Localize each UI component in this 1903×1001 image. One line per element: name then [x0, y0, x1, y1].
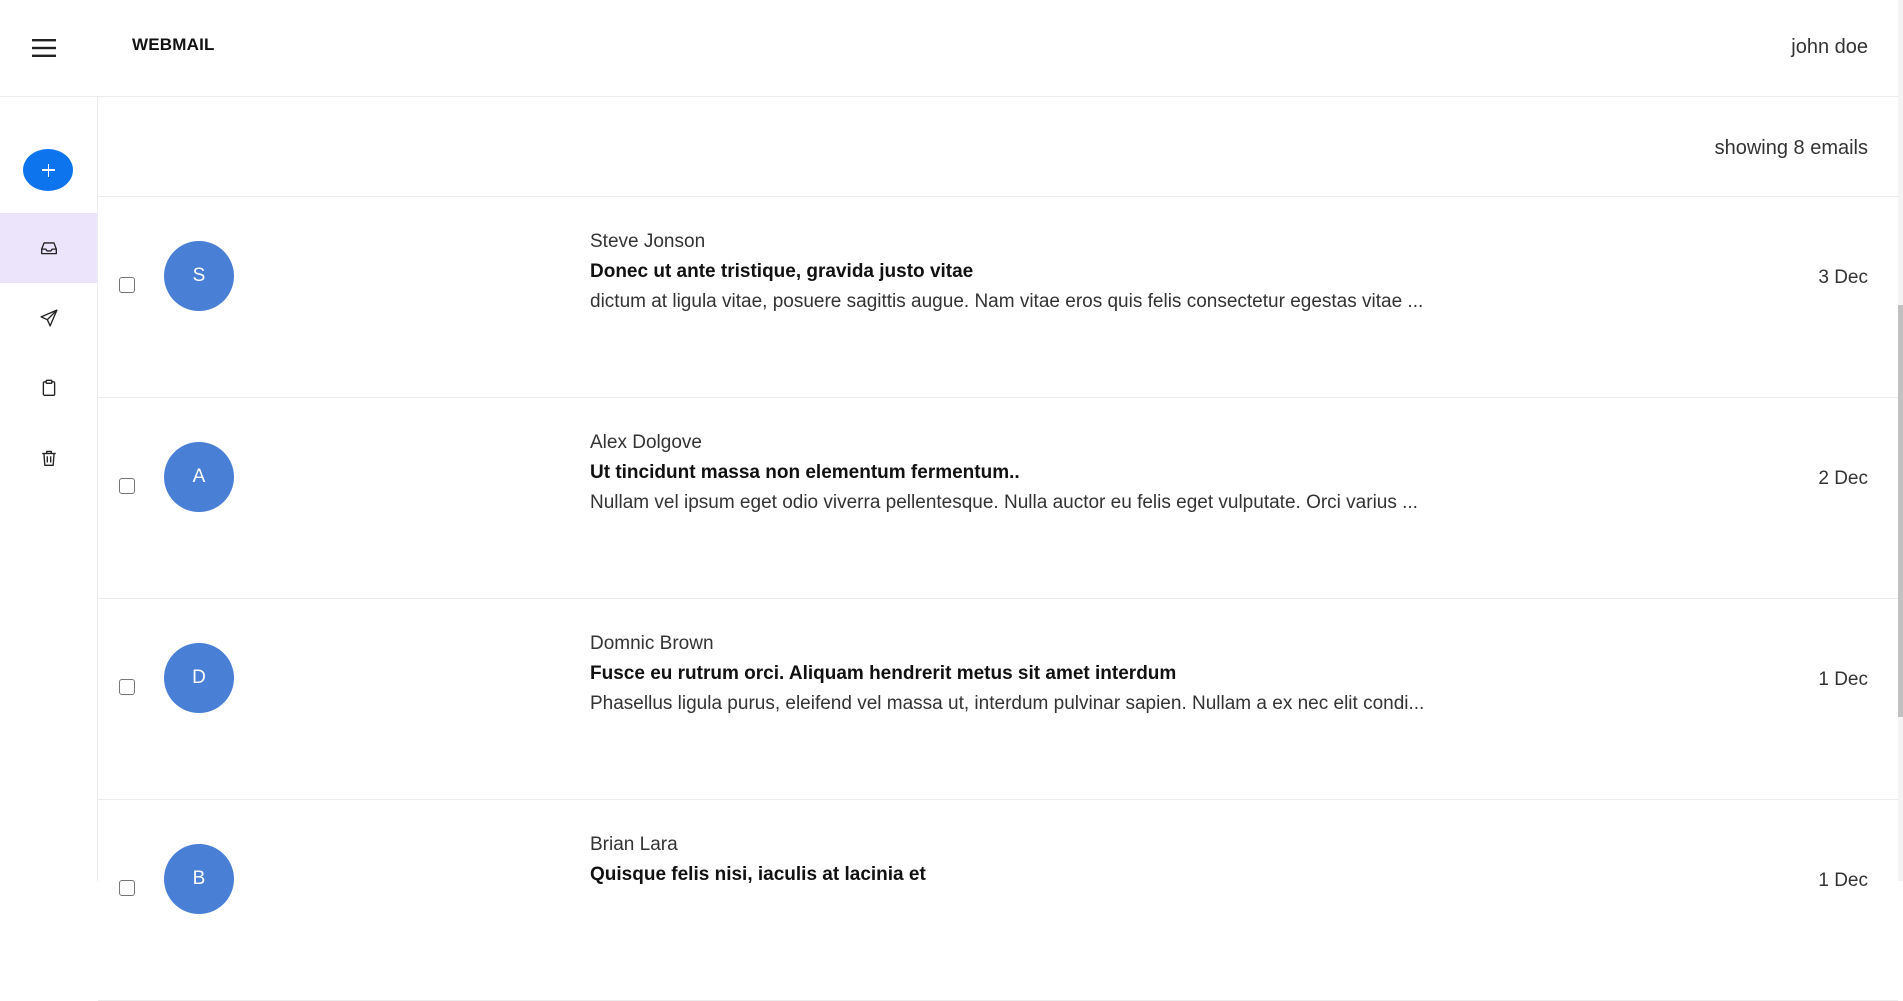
avatar: A [164, 442, 234, 512]
email-subject: Ut tincidunt massa non elementum ferment… [590, 462, 1020, 483]
email-row[interactable]: D Domnic Brown Fusce eu rutrum orci. Ali… [98, 599, 1898, 800]
clipboard-icon [42, 379, 56, 396]
inbox-icon [41, 242, 57, 255]
send-icon [40, 309, 58, 327]
email-date: 2 Dec [1818, 468, 1868, 489]
list-toolbar: showing 8 emails [98, 97, 1898, 197]
email-select-checkbox[interactable] [119, 277, 135, 293]
email-date: 1 Dec [1818, 669, 1868, 690]
email-preview: dictum at ligula vitae, posuere sagittis… [590, 291, 1424, 312]
email-subject: Donec ut ante tristique, gravida justo v… [590, 261, 974, 282]
email-subject: Fusce eu rutrum orci. Aliquam hendrerit … [590, 663, 1177, 684]
scrollbar-thumb[interactable] [1898, 305, 1903, 717]
trash-icon [42, 450, 56, 466]
email-sender: Domnic Brown [590, 633, 714, 654]
hamburger-menu-icon[interactable] [30, 36, 58, 60]
email-date: 3 Dec [1818, 267, 1868, 288]
email-row[interactable]: S Steve Jonson Donec ut ante tristique, … [98, 197, 1898, 398]
compose-button[interactable] [23, 149, 73, 191]
email-sender: Alex Dolgove [590, 432, 702, 453]
sidebar-item-sent[interactable] [0, 283, 97, 353]
main-content: showing 8 emails S Steve Jonson Donec ut… [98, 97, 1898, 1001]
sidebar [0, 97, 98, 881]
app-title: WEBMAIL [132, 35, 215, 54]
email-subject: Quisque felis nisi, iaculis at lacinia e… [590, 864, 926, 885]
email-sender: Brian Lara [590, 834, 678, 855]
email-row[interactable]: A Alex Dolgove Ut tincidunt massa non el… [98, 398, 1898, 599]
email-select-checkbox[interactable] [119, 880, 135, 896]
email-preview: Nullam vel ipsum eget odio viverra pelle… [590, 492, 1418, 513]
sidebar-item-trash[interactable] [0, 423, 97, 493]
email-preview: Phasellus ligula purus, eleifend vel mas… [590, 693, 1425, 714]
top-header: WEBMAIL john doe [0, 0, 1898, 97]
email-row[interactable]: B Brian Lara Quisque felis nisi, iaculis… [98, 800, 1898, 1001]
email-select-checkbox[interactable] [119, 478, 135, 494]
page-scrollbar[interactable] [1898, 0, 1903, 881]
email-sender: Steve Jonson [590, 231, 706, 252]
avatar: S [164, 241, 234, 311]
sidebar-item-drafts[interactable] [0, 353, 97, 423]
user-name[interactable]: john doe [1791, 36, 1868, 59]
avatar: D [164, 643, 234, 713]
sidebar-item-inbox[interactable] [0, 213, 97, 283]
avatar: B [164, 844, 234, 914]
email-count-label: showing 8 emails [1714, 137, 1868, 159]
email-select-checkbox[interactable] [119, 679, 135, 695]
email-date: 1 Dec [1818, 870, 1868, 891]
